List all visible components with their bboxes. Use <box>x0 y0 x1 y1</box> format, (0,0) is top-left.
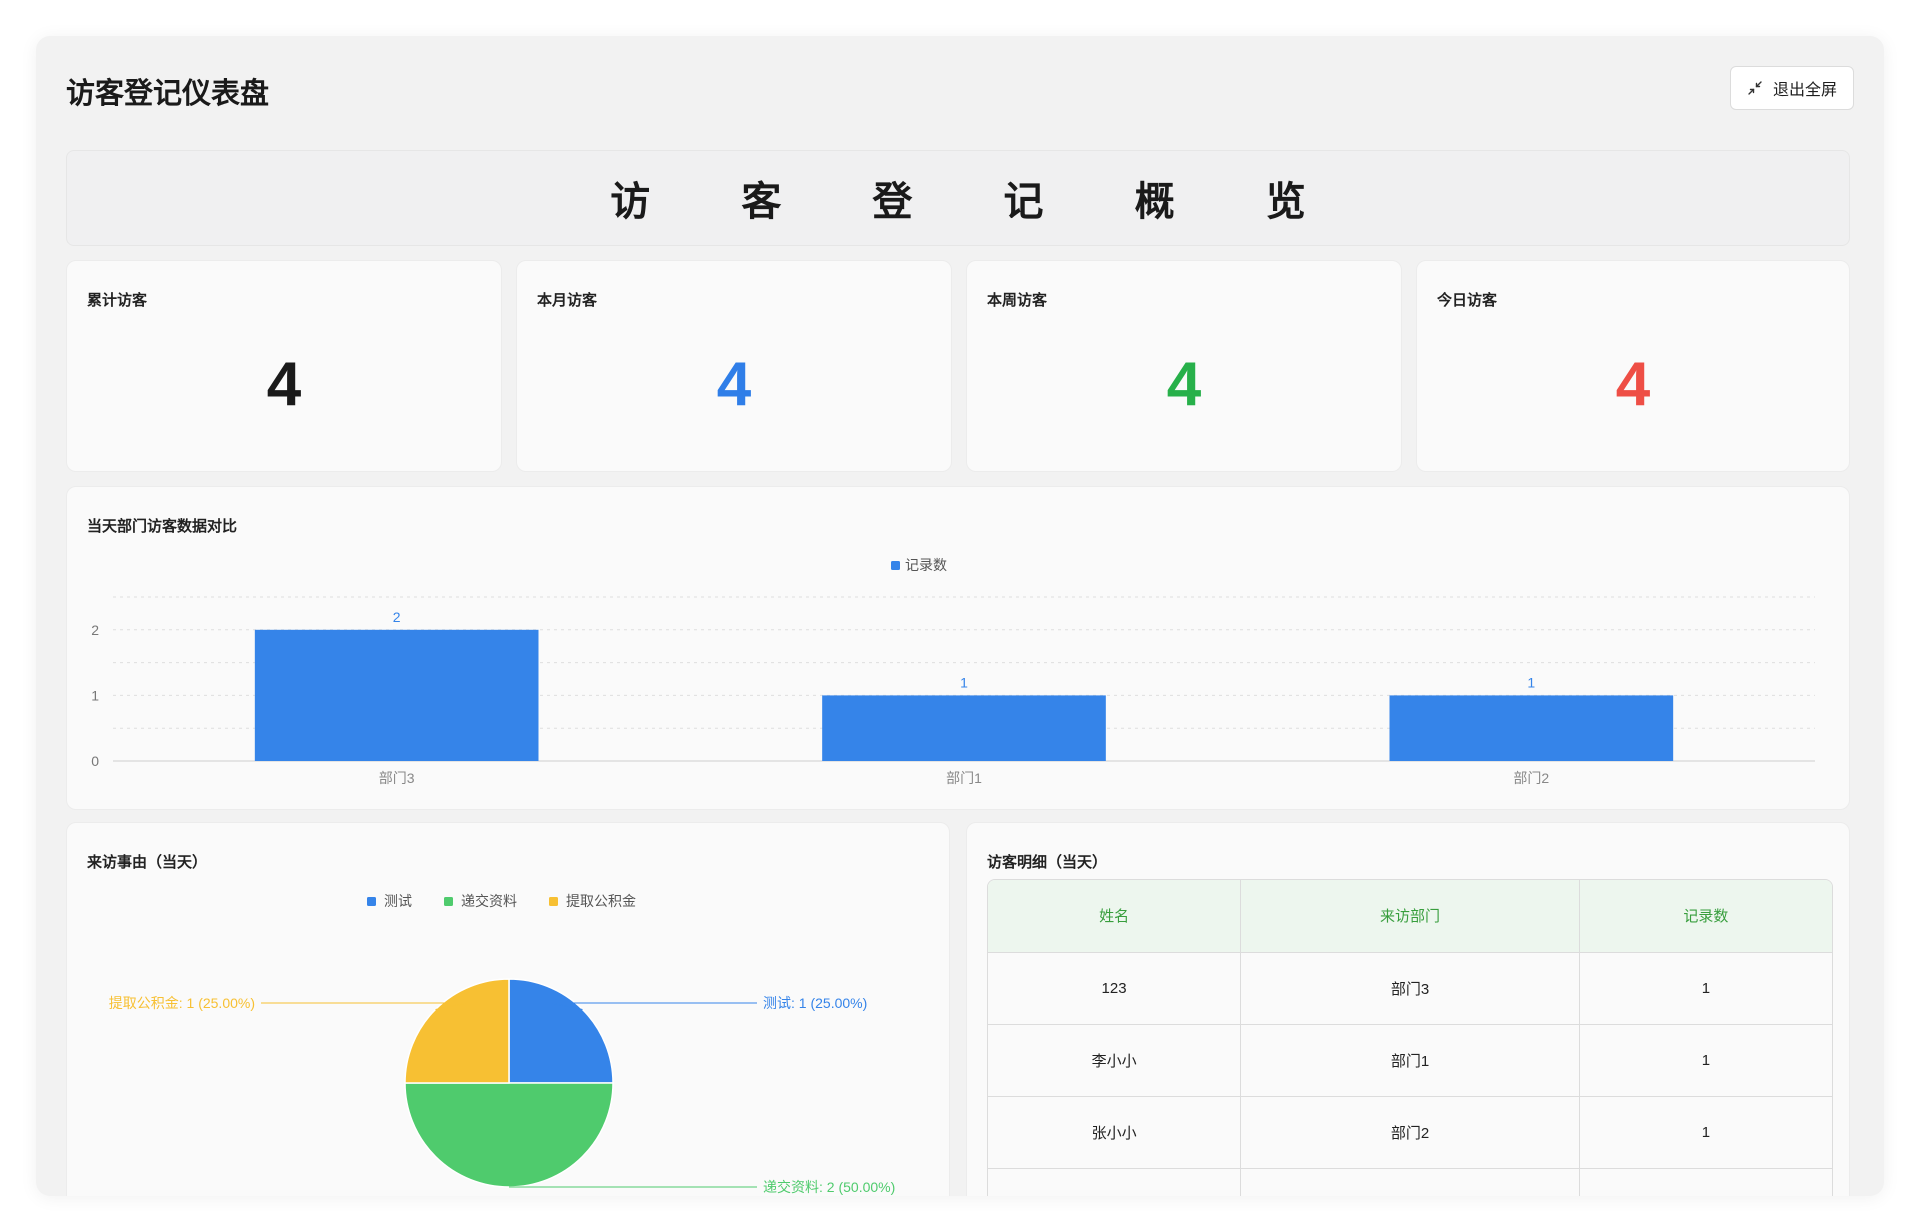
x-tick-label: 部门3 <box>379 770 415 786</box>
stat-label: 累计访客 <box>87 292 148 309</box>
page-title: 访客登记仪表盘 <box>66 78 270 110</box>
stat-card-week: 本周访客 4 <box>966 260 1402 472</box>
bar-legend: 记录数 <box>891 557 947 573</box>
stat-card-today: 今日访客 4 <box>1416 260 1850 472</box>
cell-count: 1 <box>1579 1096 1832 1169</box>
visit-reason-pie-card: 来访事由（当天） 测试 递交资料 提取公积金 测试: 1 (25.00%) 递交资料: … <box>66 822 950 1196</box>
pie-data-label: 提取公积金: 1 (25.00%) <box>109 995 255 1011</box>
y-tick-label: 2 <box>91 622 99 638</box>
legend-label: 递交资料 <box>461 893 517 909</box>
table-row[interactable]: 张小小 部门2 1 <box>988 1096 1832 1169</box>
cell-count <box>1579 1168 1832 1196</box>
stat-value: 4 <box>1615 350 1651 419</box>
x-tick-label: 部门1 <box>946 770 982 786</box>
legend-swatch <box>891 561 900 570</box>
department-bar-chart: 记录数 0 1 2 2 部门3 1 部门1 1 部门2 <box>91 557 1815 786</box>
legend-label: 记录数 <box>905 557 947 573</box>
y-tick-label: 0 <box>91 753 99 769</box>
column-header-count[interactable]: 记录数 <box>1579 880 1832 953</box>
stat-card-month: 本月访客 4 <box>516 260 952 472</box>
pie-slice <box>404 1082 614 1188</box>
overview-banner-text: 访 客 登 记 概 览 <box>610 180 1346 224</box>
pie-data-label: 测试: 1 (25.00%) <box>763 995 867 1011</box>
legend-swatch <box>444 897 453 906</box>
column-header-department[interactable]: 来访部门 <box>1240 880 1580 953</box>
exit-fullscreen-label: 退出全屏 <box>1772 82 1837 99</box>
legend-swatch <box>367 897 376 906</box>
stat-label: 今日访客 <box>1437 292 1498 309</box>
bar <box>822 695 1106 761</box>
cell-count: 1 <box>1579 1024 1832 1097</box>
table-title: 访客明细（当天） <box>987 854 1108 871</box>
stat-value: 4 <box>1166 350 1202 419</box>
bar-data-label: 1 <box>960 674 968 690</box>
pie-data-label: 递交资料: 2 (50.00%) <box>763 1179 895 1195</box>
overview-banner: 访 客 登 记 概 览 <box>66 150 1850 246</box>
cell-name <box>988 1168 1242 1196</box>
table-row[interactable]: 李小小 部门1 1 <box>988 1024 1832 1097</box>
legend-label: 测试 <box>384 893 412 909</box>
table-header-row: 姓名 来访部门 记录数 <box>988 880 1832 953</box>
cell-count: 1 <box>1579 952 1832 1025</box>
table-row[interactable]: 123 部门3 1 <box>988 952 1832 1025</box>
pie-legend: 测试 递交资料 提取公积金 <box>367 893 636 909</box>
exit-fullscreen-button[interactable]: 退出全屏 <box>1730 66 1854 110</box>
stat-label: 本月访客 <box>537 292 598 309</box>
exit-fullscreen-icon <box>1748 81 1762 95</box>
bar-data-label: 1 <box>1527 674 1535 690</box>
cell-department: 部门2 <box>1240 1096 1580 1169</box>
y-tick-label: 1 <box>91 687 99 703</box>
legend-swatch <box>549 897 558 906</box>
bar <box>254 629 539 761</box>
stat-label: 本周访客 <box>987 292 1048 309</box>
cell-name: 李小小 <box>988 1024 1242 1097</box>
x-tick-label: 部门2 <box>1513 770 1549 786</box>
table-row[interactable] <box>988 1168 1832 1196</box>
cell-name: 123 <box>988 952 1242 1025</box>
visitor-detail-table: 姓名 来访部门 记录数 123 部门3 1 李小小 部门1 1 张小小 部门2 … <box>987 879 1833 1196</box>
cell-department: 部门3 <box>1240 952 1580 1025</box>
visit-reason-pie-chart: 测试 递交资料 提取公积金测试: 1 (25.00%) 递交资料: 2 (50.00%… <box>109 893 896 1195</box>
bar-data-label: 2 <box>393 609 401 625</box>
stat-value: 4 <box>266 350 302 419</box>
visitor-detail-card: 访客明细（当天） 姓名 来访部门 记录数 123 部门3 1 李小小 部门1 1… <box>966 822 1850 1196</box>
department-bar-chart-card: 当天部门访客数据对比 记录数 0 1 2 2 部门3 1 部门1 1 部门2 <box>66 486 1850 810</box>
cell-department <box>1240 1168 1580 1196</box>
stat-value: 4 <box>716 350 752 419</box>
legend-label: 提取公积金 <box>566 893 636 909</box>
cell-department: 部门1 <box>1240 1024 1580 1097</box>
bar <box>1389 695 1674 761</box>
pie-slice <box>508 978 614 1084</box>
stat-card-total: 累计访客 4 <box>66 260 502 472</box>
cell-name: 张小小 <box>988 1096 1242 1169</box>
column-header-name[interactable]: 姓名 <box>988 880 1242 953</box>
pie-slice <box>404 978 510 1084</box>
dashboard-window: 访客登记仪表盘 退出全屏 访 客 登 记 概 览 累计访客 4 本月访客 4 本… <box>36 36 1884 1196</box>
